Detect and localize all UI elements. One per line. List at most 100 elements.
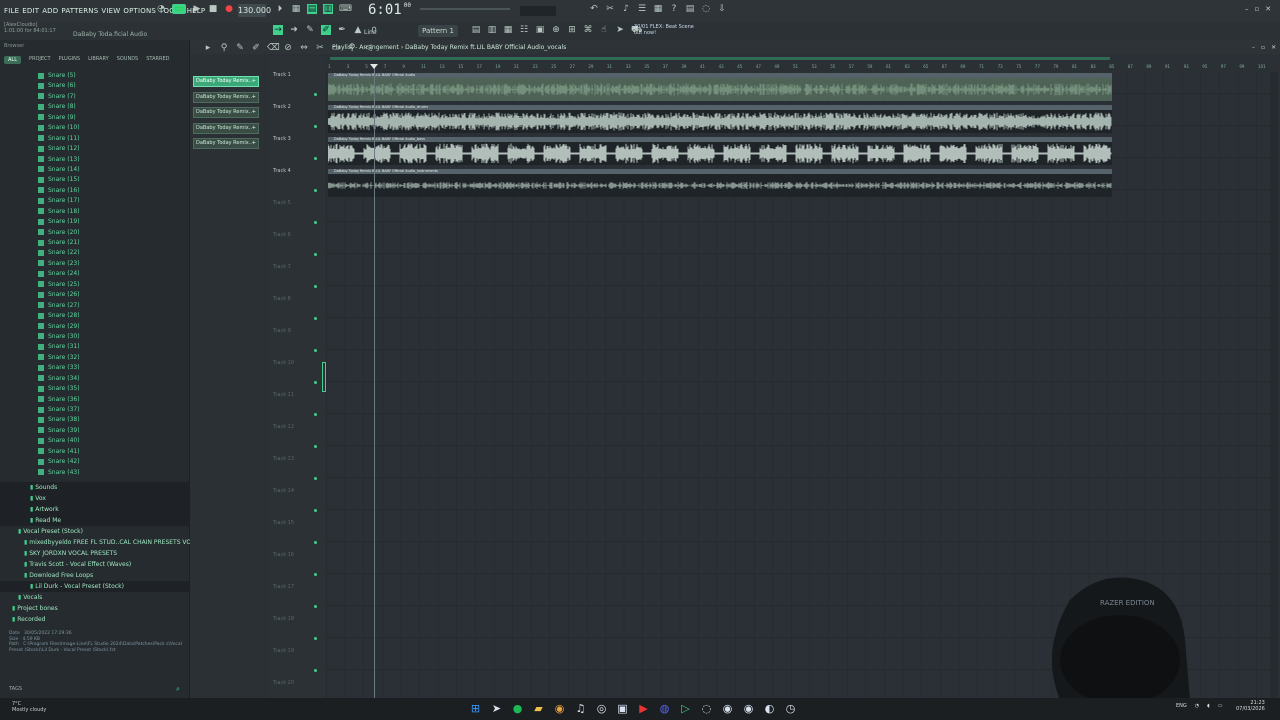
record-icon[interactable]: ● [224,4,234,14]
script-icon[interactable]: ⌘ [583,25,593,35]
send-icon[interactable]: ➤ [615,25,625,35]
plus-icon[interactable]: + [252,77,256,86]
list-item[interactable]: Snare (23) [38,259,80,269]
track-header[interactable]: Track 5 [273,198,321,230]
stop-icon[interactable]: ■ [208,4,218,14]
menu-options[interactable]: OPTIONS [123,7,156,15]
browser-shortcut-icon[interactable]: ▣ [535,25,545,35]
slip-tool-icon[interactable]: ⇔ [299,43,309,53]
list-item[interactable]: Snare (25) [38,280,80,290]
steam-icon[interactable]: ◎ [594,701,609,716]
paint-tool-icon[interactable]: ✐ [251,43,261,53]
track-header[interactable]: Track 10 [273,358,321,390]
song-position-clock[interactable]: 6:01 00 [368,2,411,18]
track-header[interactable]: Track 11 [273,390,321,422]
track-led-icon[interactable] [314,605,317,608]
search-icon[interactable]: ⌕ [176,685,180,694]
delete-tool-icon[interactable]: ⌫ [267,43,280,53]
track-header[interactable]: Track 1 [273,70,321,102]
list-item[interactable]: Snare (14) [38,165,80,175]
play-icon[interactable]: ▶ [192,4,202,14]
browser-icon[interactable]: ◉ [720,701,735,716]
audio-clip[interactable]: DaBaby Today Remix ft.LIL BABY Official … [328,169,1112,197]
browser-tab-starred[interactable]: STARRED [146,56,169,64]
track-header[interactable]: Track 3 [273,134,321,166]
list-item[interactable]: Snare (41) [38,447,80,457]
track-led-icon[interactable] [314,509,317,512]
audio-clip[interactable]: DaBaby Today Remix ft.LIL BABY Official … [328,105,1112,133]
track-header[interactable]: Track 18 [273,614,321,646]
plus-icon[interactable]: + [252,93,256,102]
loop-record-icon[interactable]: ▥ [323,4,333,14]
clip-source-item[interactable]: DaBaby Today Remix.. + [193,122,259,134]
clip-source-item[interactable]: DaBaby Today Remix.. + [193,91,259,103]
list-item[interactable]: Snare (17) [38,196,80,206]
list-item[interactable]: Snare (29) [38,322,80,332]
tags-label[interactable]: TAGS [9,686,22,692]
list-item[interactable]: Snare (37) [38,405,80,415]
list-item[interactable]: Snare (12) [38,144,80,154]
mic-icon[interactable]: ♪ [621,4,631,14]
list-item[interactable]: Snare (7) [38,92,80,102]
arrow-right-icon[interactable]: → [273,25,283,35]
piano-roll-icon[interactable]: ▤ [685,4,695,14]
folder-item[interactable]: ▮ Lil Durk - Vocal Preset (Stock) [0,581,190,592]
list-item[interactable]: Snare (10) [38,123,80,133]
cut-icon[interactable]: ✂ [605,4,615,14]
menu-file[interactable]: FILE [4,7,19,15]
track-led-icon[interactable] [314,445,317,448]
piano-roll-shortcut-icon[interactable]: ▥ [487,25,497,35]
track-header[interactable]: Track 14 [273,486,321,518]
wifi-icon[interactable]: ◔ [1195,703,1199,709]
plus-icon[interactable]: + [252,139,256,148]
clip-source-item[interactable]: DaBaby Today Remix.. + [193,138,259,149]
plus-icon[interactable]: + [252,124,256,133]
list-item[interactable]: Snare (34) [38,374,80,384]
folder-item[interactable]: ▮ Vocal Preset (Stock) [0,526,190,537]
folder-item[interactable]: ▮ Download Free Loops [0,570,190,581]
track-led-icon[interactable] [314,637,317,640]
track-led-icon[interactable] [314,189,317,192]
list-item[interactable]: Snare (18) [38,207,80,217]
playlist-minimize-icon[interactable]: – [1252,44,1255,51]
discord-icon[interactable]: ◍ [657,701,672,716]
volume-icon[interactable]: ◖ [1207,703,1210,709]
list-item[interactable]: Snare (26) [38,290,80,300]
list-item[interactable]: Snare (15) [38,175,80,185]
track-led-icon[interactable] [314,125,317,128]
track-header[interactable]: Track 6 [273,230,321,262]
folder-item[interactable]: ▮ Read Me [0,515,190,526]
arrow-icon[interactable]: ➜ [289,25,299,35]
track-led-icon[interactable] [314,93,317,96]
timeline-ruler[interactable]: 1 3 5 7 9 11 13 15 17 19 21 23 25 27 29 31 33 35 37 39 41 43 4… [326,62,1280,72]
track-led-icon[interactable] [314,413,317,416]
folder-item[interactable]: ▮ Project bones [0,603,190,614]
list-item[interactable]: Snare (8) [38,102,80,112]
browser-tab-library[interactable]: LIBRARY [88,56,109,64]
maximize-icon[interactable]: ▫ [1255,5,1260,13]
fl-studio-icon[interactable]: ♫ [573,701,588,716]
audio-clip[interactable]: DaBaby Today Remix ft.LIL BABY Official … [328,73,1112,101]
list-item[interactable]: Snare (16) [38,186,80,196]
playhead-marker[interactable] [370,64,378,69]
menu-patterns[interactable]: PATTERNS [61,7,98,15]
track-header[interactable]: Track 16 [273,550,321,582]
wait-icon[interactable]: ⏵ [275,4,285,14]
track-header[interactable]: Track 17 [273,582,321,614]
list-item[interactable]: Snare (30) [38,332,80,342]
media-icon[interactable]: ◷ [783,701,798,716]
track-led-icon[interactable] [314,573,317,576]
minimize-icon[interactable]: – [1245,5,1249,13]
track-header[interactable]: Track 9 [273,326,321,358]
stamp-icon[interactable]: ▲ [353,25,363,35]
track-header[interactable]: Track 12 [273,422,321,454]
chrome-icon[interactable]: ◉ [552,701,567,716]
list-item[interactable]: Snare (20) [38,228,80,238]
list-item[interactable]: Snare (43) [38,468,80,478]
track-led-icon[interactable] [314,381,317,384]
windows-start-icon[interactable]: ⊞ [468,701,483,716]
spotify-icon[interactable]: ● [510,701,525,716]
step-edit-icon[interactable]: ▤ [307,4,317,14]
track-header[interactable]: Track 8 [273,294,321,326]
folder-icon[interactable]: ▰ [531,701,546,716]
